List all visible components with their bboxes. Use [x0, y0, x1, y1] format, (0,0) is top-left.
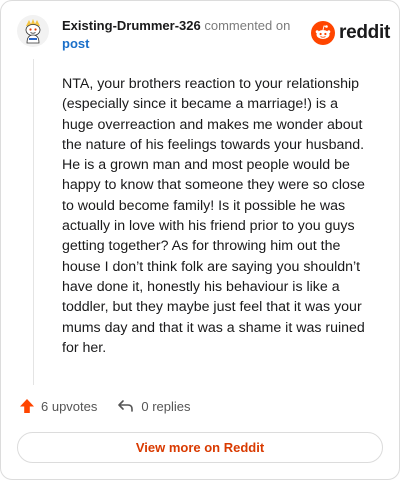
post-link[interactable]: post	[62, 36, 89, 51]
upvote-count: 6 upvotes	[41, 398, 98, 414]
reddit-wordmark: reddit	[339, 22, 390, 43]
reddit-snoo-icon	[311, 21, 335, 45]
username-link[interactable]: Existing-Drummer-326	[62, 18, 201, 33]
upvote-arrow-icon	[20, 399, 34, 413]
reply-count: 0 replies	[141, 398, 191, 414]
reply-arrow-icon	[118, 400, 134, 412]
snoo-avatar-icon	[17, 15, 49, 47]
reddit-logo[interactable]: reddit	[311, 21, 390, 45]
comment-header: Existing-Drummer-326 commented on post	[62, 17, 302, 53]
view-more-button[interactable]: View more on Reddit	[17, 432, 383, 463]
comment-body: NTA, your brothers reaction to your rela…	[62, 76, 365, 356]
replies-button[interactable]: 0 replies	[117, 398, 191, 414]
thread-line	[33, 59, 34, 385]
reddit-comment-card: Existing-Drummer-326 commented on post r…	[0, 0, 400, 480]
user-avatar[interactable]	[17, 15, 49, 47]
commented-on-text: commented on	[204, 18, 291, 33]
upvote-button[interactable]: 6 upvotes	[19, 398, 97, 414]
comment-actions: 6 upvotes 0 replies	[19, 398, 191, 414]
